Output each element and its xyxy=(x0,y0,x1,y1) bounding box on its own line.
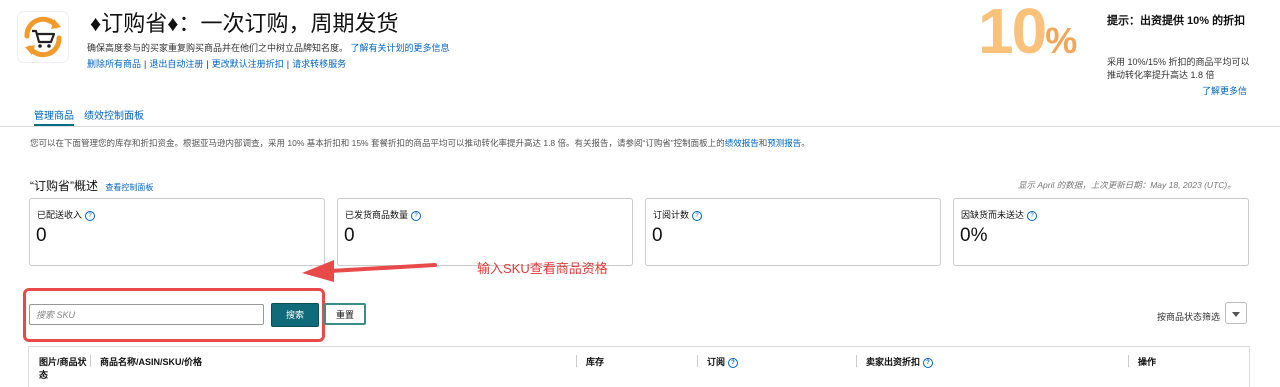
metric-value: 0% xyxy=(960,225,988,246)
filter-label: 按商品状态筛选 xyxy=(1157,312,1221,322)
view-dashboard-link[interactable]: 查看控制面板 xyxy=(105,183,153,192)
tab-performance-dashboard[interactable]: 绩效控制面板 xyxy=(84,107,144,122)
remove-all-products-link[interactable]: 删除所有商品 xyxy=(87,59,141,69)
overview-heading: “订购省”概述 查看控制面板 xyxy=(30,177,153,194)
metric-label: 因缺货而未送达? xyxy=(961,208,1038,221)
promo-tip-body: 采用 10%/15% 折扣的商品平均可以推动转化率提升高达 1.8 倍 xyxy=(1107,57,1250,80)
info-body: 您可以在下面管理您的库存和折扣资金。根据亚马逊内部调查，采用 10% 基本折扣和… xyxy=(30,138,725,148)
divider: | xyxy=(144,59,147,69)
help-icon[interactable]: ? xyxy=(411,210,422,221)
col-header-actions: 操作 xyxy=(1138,357,1157,367)
col-header-text: 订阅 xyxy=(707,357,726,367)
col-header-inventory: 库存 xyxy=(586,357,605,367)
promo-learn-more-link[interactable]: 了解更多信 xyxy=(1202,84,1247,97)
info-and: 和 xyxy=(758,138,768,148)
help-icon[interactable]: ? xyxy=(1027,210,1038,221)
change-default-discount-link[interactable]: 更改默认注册折扣 xyxy=(212,59,284,69)
divider: | xyxy=(206,59,209,69)
metric-label-text: 订阅计数 xyxy=(653,210,690,220)
tab-manage-products[interactable]: 管理商品 xyxy=(34,107,74,122)
metric-value: 0 xyxy=(36,225,47,246)
help-icon[interactable]: ? xyxy=(692,210,703,221)
overview-title: “订购省”概述 xyxy=(30,179,98,193)
col-header-subscriptions: 订阅? xyxy=(707,356,739,369)
info-end: 。 xyxy=(801,138,810,148)
metric-label: 订阅计数? xyxy=(653,208,703,221)
col-header-text: 卖家出资折扣 xyxy=(866,357,921,367)
chevron-down-icon xyxy=(1232,311,1240,317)
annotation-text: 输入SKU查看商品资格 xyxy=(477,261,608,276)
search-button[interactable]: 搜索 xyxy=(271,303,319,327)
divider: | xyxy=(286,59,290,69)
help-icon[interactable]: ? xyxy=(923,357,934,368)
metric-value: 0 xyxy=(344,225,355,246)
info-text: 您可以在下面管理您的库存和折扣资金。根据亚马逊内部调查，采用 10% 基本折扣和… xyxy=(30,137,810,149)
reset-button[interactable]: 重置 xyxy=(324,303,366,325)
promo-unit: % xyxy=(1045,20,1077,61)
metric-label-text: 因缺货而未送达 xyxy=(961,210,1025,220)
column-divider xyxy=(856,355,857,367)
metric-value: 0 xyxy=(652,225,663,246)
promo-tip-title: 提示：出资提供 10% 的折扣 xyxy=(1107,15,1246,27)
promo-percentage: 10% xyxy=(978,0,1077,68)
help-icon[interactable]: ? xyxy=(728,357,739,368)
program-actions: 删除所有商品 | 退出自动注册 | 更改默认注册折扣 | 请求转移服务 xyxy=(87,57,346,70)
products-table xyxy=(28,346,1250,387)
learn-more-link[interactable]: 了解有关计划的更多信息 xyxy=(351,43,450,53)
filter-dropdown[interactable] xyxy=(1225,302,1247,324)
request-transfer-link[interactable]: 请求转移服务 xyxy=(292,59,346,69)
performance-report-link[interactable]: 绩效报告 xyxy=(725,138,759,148)
page-title: ♦订购省♦：一次订购，周期发货 xyxy=(90,11,399,36)
metric-label-text: 已配送收入 xyxy=(37,210,83,220)
opt-out-auto-enroll-link[interactable]: 退出自动注册 xyxy=(149,59,203,69)
program-description: 确保高度参与的买家重复购买商品并在他们之中树立品牌知名度。 了解有关计划的更多信… xyxy=(87,41,450,54)
metric-label: 已发货商品数量? xyxy=(345,208,422,221)
program-logo xyxy=(18,12,68,62)
metric-label-text: 已发货商品数量 xyxy=(345,210,409,220)
description-text: 确保高度参与的买家重复购买商品并在他们之中树立品牌知名度。 xyxy=(87,43,349,53)
forecast-report-link[interactable]: 预测报告 xyxy=(767,138,801,148)
column-divider xyxy=(1128,355,1129,367)
help-icon[interactable]: ? xyxy=(85,210,96,221)
cart-refresh-icon xyxy=(24,16,62,58)
metric-card-shipped-revenue: 已配送收入? 0 xyxy=(29,198,325,266)
annotation-arrow-icon xyxy=(302,260,437,282)
column-divider xyxy=(697,355,698,367)
data-timestamp: 显示 April 的数据，上次更新日期：May 18, 2023 (UTC)。 xyxy=(1018,180,1236,190)
col-header-product: 商品名称/ASIN/SKU/价格 xyxy=(100,357,203,367)
col-header-image-status: 图片/商品状态 xyxy=(39,357,87,380)
metric-card-subscription-count: 订阅计数? 0 xyxy=(645,198,941,266)
tabs-divider xyxy=(0,126,1280,127)
column-divider xyxy=(576,355,577,367)
promo-number: 10 xyxy=(978,0,1047,67)
col-header-seller-discount: 卖家出资折扣? xyxy=(866,356,934,369)
column-divider xyxy=(90,355,91,367)
metric-card-oos-not-delivered: 因缺货而未送达? 0% xyxy=(953,198,1249,266)
metric-label: 已配送收入? xyxy=(37,208,96,221)
search-sku-input[interactable]: 搜索 SKU xyxy=(29,304,264,325)
